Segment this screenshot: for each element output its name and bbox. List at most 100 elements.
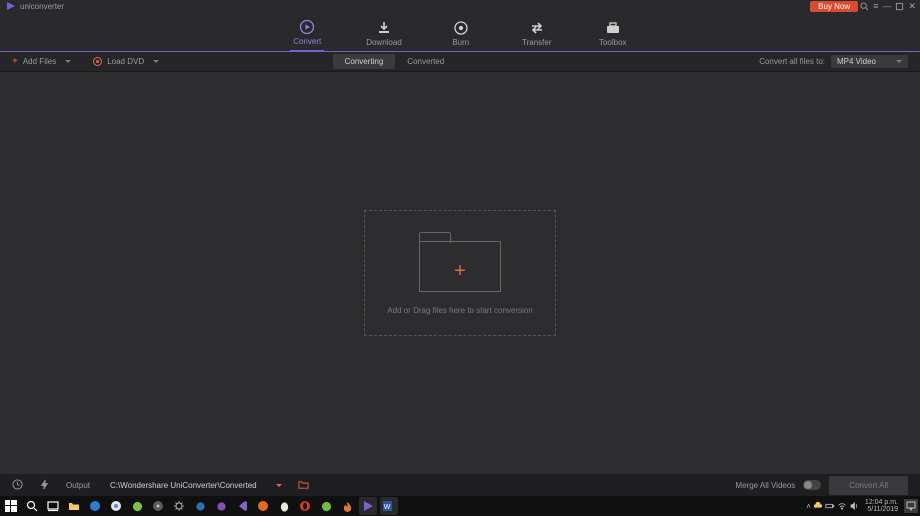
taskbar-edge[interactable] <box>86 497 104 515</box>
svg-text:W: W <box>383 504 390 511</box>
plus-icon: + <box>454 260 466 283</box>
tray-chevron-up-icon[interactable]: ˄ <box>806 502 811 511</box>
taskbar-app-6[interactable] <box>317 497 335 515</box>
tray-battery-icon[interactable] <box>825 501 835 511</box>
convert-to-label: Convert all files to: <box>759 57 825 66</box>
plus-icon: + <box>12 57 18 67</box>
output-path[interactable]: C:\Wondershare UniConverter\Converted <box>110 481 260 490</box>
convert-icon <box>299 19 315 35</box>
tab-toolbox[interactable]: Toolbox <box>596 20 630 51</box>
chrome-icon <box>110 500 122 512</box>
buy-now-button[interactable]: Buy Now <box>810 1 858 12</box>
taskbar-search[interactable] <box>23 497 41 515</box>
close-button[interactable]: ✕ <box>908 1 916 12</box>
load-dvd-button[interactable]: Load DVD <box>93 57 159 66</box>
chevron-down-icon <box>153 60 159 63</box>
tab-download[interactable]: Download <box>366 20 402 51</box>
merge-toggle[interactable] <box>803 480 821 490</box>
taskview-icon <box>47 500 59 512</box>
menu-icon[interactable]: ≡ <box>873 1 878 11</box>
minimize-button[interactable]: — <box>882 1 891 11</box>
egg-icon <box>279 501 290 512</box>
taskbar-taskview[interactable] <box>44 497 62 515</box>
folder-icon: + <box>419 232 501 292</box>
gear-icon <box>173 500 185 512</box>
taskbar-app-1[interactable] <box>128 497 146 515</box>
tab-label: Toolbox <box>599 38 627 47</box>
opera-icon <box>299 500 311 512</box>
taskbar-app-7[interactable] <box>338 497 356 515</box>
add-files-button[interactable]: + Add Files <box>12 57 71 67</box>
transfer-icon <box>529 20 545 36</box>
tab-label: Transfer <box>522 38 552 47</box>
download-icon <box>376 20 392 36</box>
chevron-down-icon[interactable] <box>276 484 282 487</box>
taskbar-app-2[interactable] <box>149 497 167 515</box>
output-label: Output <box>66 481 90 490</box>
word-icon: W <box>383 500 396 512</box>
tab-transfer[interactable]: Transfer <box>520 20 554 51</box>
taskbar-settings[interactable] <box>170 497 188 515</box>
convert-all-button[interactable]: Convert All <box>829 476 908 495</box>
taskbar-start[interactable] <box>2 497 20 515</box>
windows-icon <box>5 500 17 512</box>
taskbar-chrome[interactable] <box>107 497 125 515</box>
folder-icon <box>68 500 80 512</box>
segment-converted[interactable]: Converted <box>395 54 456 69</box>
load-dvd-label: Load DVD <box>107 57 144 66</box>
taskbar-app-5[interactable] <box>275 497 293 515</box>
taskbar-explorer[interactable] <box>65 497 83 515</box>
clock-icon[interactable] <box>12 479 23 492</box>
add-files-label: Add Files <box>23 57 56 66</box>
flame-icon <box>342 501 353 512</box>
bolt-icon[interactable] <box>39 479 50 492</box>
chat-icon <box>132 501 143 512</box>
dot-icon <box>195 501 206 512</box>
taskbar-opera[interactable] <box>296 497 314 515</box>
taskbar-app-4[interactable] <box>212 497 230 515</box>
dot-icon <box>216 501 227 512</box>
tray-notification-button[interactable] <box>904 499 918 513</box>
edge-icon <box>89 500 101 512</box>
circle-icon <box>321 501 332 512</box>
output-format-select[interactable]: MP4 Video <box>831 55 908 68</box>
merge-label: Merge All Videos <box>735 481 795 490</box>
tab-label: Download <box>366 38 402 47</box>
drop-hint: Add or Drag files here to start conversi… <box>387 306 532 315</box>
visualstudio-icon <box>236 500 248 512</box>
play-triangle-icon <box>362 500 374 512</box>
segment-converting[interactable]: Converting <box>333 54 396 69</box>
play-triangle-icon <box>6 1 16 11</box>
tab-label: Convert <box>293 37 321 46</box>
gear-icon <box>152 500 164 512</box>
tray-time: 12:04 p.m. <box>865 499 898 506</box>
tray-date: 5/11/2019 <box>867 506 898 513</box>
tab-burn[interactable]: Burn <box>444 20 478 51</box>
toolbox-icon <box>605 20 621 36</box>
firefox-icon <box>257 500 269 512</box>
drop-zone[interactable]: + Add or Drag files here to start conver… <box>364 210 556 336</box>
app-logo: uniconverter <box>6 1 64 11</box>
open-folder-button[interactable] <box>298 479 309 492</box>
taskbar-word[interactable]: W <box>380 497 398 515</box>
tray-volume-icon[interactable] <box>849 501 859 511</box>
disc-icon <box>93 57 102 66</box>
chevron-down-icon <box>65 60 71 63</box>
search-icon[interactable] <box>860 2 869 11</box>
tray-wifi-icon[interactable] <box>837 501 847 511</box>
taskbar-app-3[interactable] <box>191 497 209 515</box>
chevron-down-icon <box>896 60 902 63</box>
app-title: uniconverter <box>20 2 64 11</box>
maximize-button[interactable] <box>895 2 904 11</box>
taskbar-uniconverter[interactable] <box>359 497 377 515</box>
taskbar-firefox[interactable] <box>254 497 272 515</box>
tray-clock[interactable]: 12:04 p.m. 5/11/2019 <box>865 499 898 513</box>
burn-icon <box>453 20 469 36</box>
search-icon <box>26 500 38 512</box>
tray-onedrive-icon[interactable] <box>813 501 823 511</box>
output-format-value: MP4 Video <box>837 57 876 66</box>
tab-convert[interactable]: Convert <box>290 19 324 52</box>
tab-label: Burn <box>452 38 469 47</box>
taskbar-vs[interactable] <box>233 497 251 515</box>
notification-icon <box>906 501 916 511</box>
